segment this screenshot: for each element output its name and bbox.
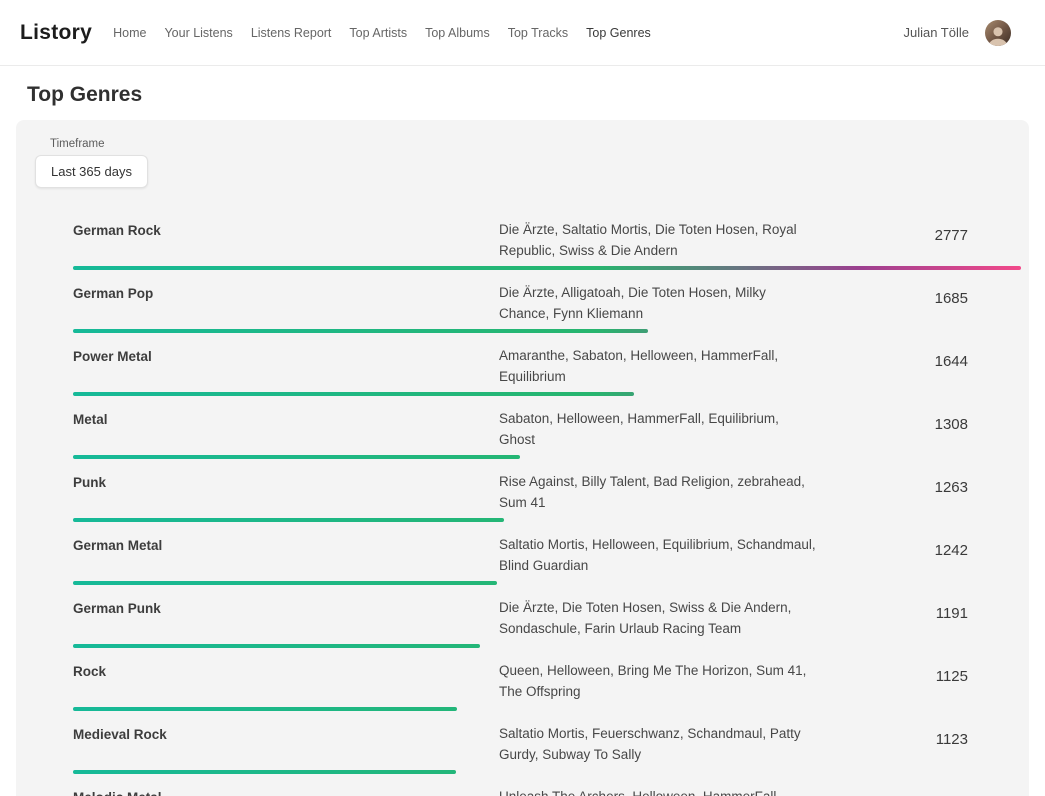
genre-artists: Die Ärzte, Die Toten Hosen, Swiss & Die … [499, 597, 817, 639]
genre-bar-fill [73, 644, 480, 648]
timeframe-select[interactable]: Last 365 days [35, 155, 148, 188]
genre-row: German PopDie Ärzte, Alligatoah, Die Tot… [73, 277, 1021, 340]
genre-name: German Rock [73, 219, 499, 241]
genre-bar-fill [73, 518, 504, 522]
app-logo[interactable]: Listory [20, 21, 92, 45]
genre-name: Rock [73, 660, 499, 682]
nav-listens-report[interactable]: Listens Report [251, 26, 332, 40]
genre-bar-fill [73, 266, 1021, 270]
genre-name: Metal [73, 408, 499, 430]
genre-artists: Die Ärzte, Alligatoah, Die Toten Hosen, … [499, 282, 817, 324]
nav-top-tracks[interactable]: Top Tracks [508, 26, 568, 40]
genre-bar [73, 455, 520, 459]
genre-bar [73, 707, 457, 711]
main-nav: Home Your Listens Listens Report Top Artist… [113, 26, 651, 40]
nav-your-listens[interactable]: Your Listens [164, 26, 232, 40]
genre-bar [73, 644, 480, 648]
genre-artists: Saltatio Mortis, Feuerschwanz, Schandmau… [499, 723, 817, 765]
person-icon [985, 22, 1011, 46]
user-area: Julian Tölle [903, 20, 1011, 46]
genre-bar-fill [73, 770, 456, 774]
genre-count: 1308 [817, 416, 1021, 443]
genre-name: Punk [73, 471, 499, 493]
nav-home[interactable]: Home [113, 26, 146, 40]
genre-name: German Punk [73, 597, 499, 619]
genre-count: 2777 [817, 227, 1021, 254]
genre-table: German RockDie Ärzte, Saltatio Mortis, D… [73, 214, 1021, 796]
nav-top-albums[interactable]: Top Albums [425, 26, 490, 40]
timeframe-label: Timeframe [50, 138, 1005, 150]
genre-row: PunkRise Against, Billy Talent, Bad Reli… [73, 466, 1021, 529]
genre-row: RockQueen, Helloween, Bring Me The Horiz… [73, 655, 1021, 718]
genre-bar-fill [73, 707, 457, 711]
genre-name: German Pop [73, 282, 499, 304]
genre-row: Melodic MetalUnleash The Archers, Hellow… [73, 781, 1021, 796]
genre-count: 1123 [817, 731, 1021, 758]
genre-artists: Sabaton, Helloween, HammerFall, Equilibr… [499, 408, 817, 450]
genre-count: 1191 [817, 605, 1021, 632]
genre-row: Power MetalAmaranthe, Sabaton, Helloween… [73, 340, 1021, 403]
genre-row: German PunkDie Ärzte, Die Toten Hosen, S… [73, 592, 1021, 655]
genre-artists: Die Ärzte, Saltatio Mortis, Die Toten Ho… [499, 219, 817, 261]
page-title: Top Genres [27, 83, 1018, 107]
genre-bar [73, 770, 456, 774]
top-genres-card: Timeframe Last 365 days German RockDie Ä… [16, 120, 1029, 796]
app-header: Listory Home Your Listens Listens Report To… [0, 0, 1045, 66]
genre-artists: Rise Against, Billy Talent, Bad Religion… [499, 471, 817, 513]
nav-top-genres[interactable]: Top Genres [586, 26, 651, 40]
genre-row: Medieval RockSaltatio Mortis, Feuerschwa… [73, 718, 1021, 781]
genre-bar-fill [73, 392, 634, 396]
genre-count: 1685 [817, 290, 1021, 317]
genre-row: German RockDie Ärzte, Saltatio Mortis, D… [73, 214, 1021, 277]
genre-artists: Unleash The Archers, Helloween, HammerFa… [499, 786, 817, 796]
genre-name: Power Metal [73, 345, 499, 367]
genre-bar [73, 266, 1021, 270]
nav-top-artists[interactable]: Top Artists [349, 26, 407, 40]
genre-count: 1644 [817, 353, 1021, 380]
genre-artists: Saltatio Mortis, Helloween, Equilibrium,… [499, 534, 817, 576]
genre-count: 1125 [817, 668, 1021, 695]
genre-bar [73, 518, 504, 522]
genre-bar [73, 581, 497, 585]
genre-bar-fill [73, 455, 520, 459]
genre-bar-fill [73, 581, 497, 585]
genre-count: 1242 [817, 542, 1021, 569]
genre-row: MetalSabaton, Helloween, HammerFall, Equ… [73, 403, 1021, 466]
genre-name: Melodic Metal [73, 786, 499, 796]
user-avatar[interactable] [985, 20, 1011, 46]
genre-row: German MetalSaltatio Mortis, Helloween, … [73, 529, 1021, 592]
genre-artists: Queen, Helloween, Bring Me The Horizon, … [499, 660, 817, 702]
genre-name: German Metal [73, 534, 499, 556]
genre-artists: Amaranthe, Sabaton, Helloween, HammerFal… [499, 345, 817, 387]
genre-count: 1263 [817, 479, 1021, 506]
genre-bar-fill [73, 329, 648, 333]
genre-bar [73, 329, 648, 333]
user-name[interactable]: Julian Tölle [903, 25, 969, 40]
genre-bar [73, 392, 634, 396]
genre-name: Medieval Rock [73, 723, 499, 745]
